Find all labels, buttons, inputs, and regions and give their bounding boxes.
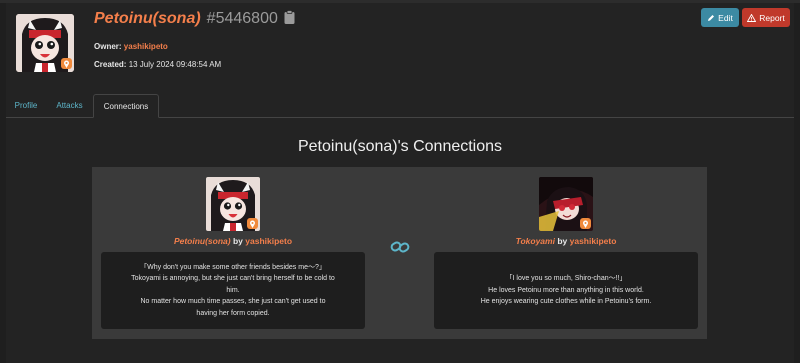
right-owner-link[interactable]: yashikipeto [570, 236, 617, 246]
pin-badge-icon [580, 218, 591, 229]
right-desc-line: He loves Petoinu more than anything in t… [488, 286, 644, 294]
left-by: by [232, 236, 243, 246]
right-connection-name: Tokoyami by yashikipeto [436, 236, 696, 246]
left-connection-avatar[interactable] [206, 177, 260, 231]
created-label: Created: [94, 60, 127, 69]
character-title: Petoinu(sona) #5446800 [94, 9, 295, 28]
character-name: Petoinu(sona) [94, 10, 201, 27]
left-desc-line: No matter how much time passes, she just… [140, 298, 326, 306]
clipboard-icon[interactable] [284, 10, 295, 24]
warning-icon [747, 13, 757, 22]
left-character-link[interactable]: Petoinu(sona) [174, 236, 231, 246]
left-desc-line: Tokoyami is annoying, but she just can't… [131, 275, 335, 283]
owner-link[interactable]: yashikipeto [124, 42, 168, 51]
pin-badge-icon [61, 58, 72, 69]
report-button-label: Report [759, 12, 785, 23]
chain-link-icon [390, 241, 410, 253]
right-desc-line: 「I love you so much, Shiro-chan〜!!」 [505, 275, 627, 283]
created-date: 13 July 2024 09:48:54 AM [128, 60, 222, 69]
pencil-icon [708, 14, 715, 21]
tab-profile[interactable]: Profile [6, 94, 46, 116]
right-by: by [557, 236, 568, 246]
left-owner-link[interactable]: yashikipeto [245, 236, 292, 246]
tab-attacks[interactable]: Attacks [47, 94, 92, 116]
left-connection-name: Petoinu(sona) by yashikipeto [103, 236, 363, 246]
connections-heading: Petoinu(sona)'s Connections [297, 138, 503, 155]
tab-connections[interactable]: Connections [93, 94, 159, 118]
left-connection-description: 「Why don't you make some other friends b… [101, 252, 365, 329]
left-desc-line: 「Why don't you make some other friends b… [140, 263, 326, 271]
tab-bar: Profile Attacks Connections [6, 94, 794, 118]
owner-line: Owner: yashikipeto [94, 42, 168, 51]
report-button[interactable]: Report [742, 8, 790, 27]
character-id: #5446800 [206, 10, 278, 27]
right-connection-description: 「I love you so much, Shiro-chan〜!!」 He l… [434, 252, 698, 329]
left-desc-line: him. [226, 286, 240, 294]
character-avatar[interactable] [16, 14, 74, 72]
created-line: Created: 13 July 2024 09:48:54 AM [94, 60, 221, 69]
left-desc-line: having her form copied. [196, 309, 270, 317]
edit-button[interactable]: Edit [701, 8, 739, 27]
right-desc-line: He enjoys wearing cute clothes while in … [480, 298, 652, 306]
right-connection-avatar[interactable] [539, 177, 593, 231]
owner-label: Owner: [94, 42, 122, 51]
right-character-link[interactable]: Tokoyami [516, 236, 555, 246]
edit-button-label: Edit [718, 12, 733, 23]
pin-badge-icon [247, 218, 258, 229]
